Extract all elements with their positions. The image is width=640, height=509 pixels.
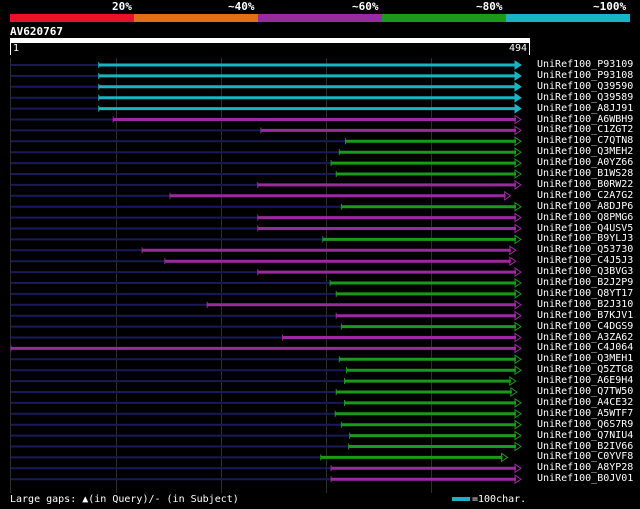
hit-label[interactable]: UniRef100_Q8YT17 [537,288,633,299]
hit-label[interactable]: UniRef100_B2J310 [537,299,633,310]
hit-label[interactable]: UniRef100_A5WTF7 [537,408,633,419]
hit-label[interactable]: UniRef100_Q39589 [537,92,633,103]
hit-label[interactable]: UniRef100_Q5ZTG8 [537,364,633,375]
hit-arrow [514,103,522,114]
gaps-legend: Large gaps: ▲(in Query)/- (in Subject) [10,494,239,505]
hit-label[interactable]: UniRef100_C4DGS9 [537,321,633,332]
hit-label[interactable]: UniRef100_A6E9H4 [537,375,633,386]
scale-legend: =100char. [452,494,526,506]
hit-label[interactable]: UniRef100_A6WBH9 [537,114,633,125]
hit-label[interactable]: UniRef100_C2A7G2 [537,190,633,201]
hit-label[interactable]: UniRef100_C1ZGT2 [537,124,633,135]
hit-label[interactable]: UniRef100_Q7NIU4 [537,430,633,441]
hit-arrow [514,60,522,70]
hit-label[interactable]: UniRef100_A8YP28 [537,462,633,473]
hit-label[interactable]: UniRef100_Q39590 [537,81,633,92]
hit-label[interactable]: UniRef100_A3ZA62 [537,332,633,343]
hit-label[interactable]: UniRef100_Q7TW50 [537,386,633,397]
hit-label[interactable]: UniRef100_Q6S7R9 [537,419,633,430]
hit-label[interactable]: UniRef100_Q3BVG3 [537,266,633,277]
hit-label[interactable]: UniRef100_C7QTN8 [537,135,633,146]
hit-label[interactable]: UniRef100_B0RW22 [537,179,633,190]
hit-label[interactable]: UniRef100_Q3MEH1 [537,353,633,364]
hit-label[interactable]: UniRef100_P93109 [537,59,633,70]
hit-label[interactable]: UniRef100_Q3MEH2 [537,146,633,157]
hit-label[interactable]: UniRef100_B2J2P9 [537,277,633,288]
hit-label[interactable]: UniRef100_A0YZ66 [537,157,633,168]
hit-label[interactable]: UniRef100_B0JV01 [537,473,633,484]
hit-label[interactable]: UniRef100_Q4USV5 [537,223,633,234]
hit-label[interactable]: UniRef100_Q8PMG6 [537,212,633,223]
hit-label[interactable]: UniRef100_C4J064 [537,342,633,353]
scale-bar [452,497,470,501]
hit-label[interactable]: UniRef100_B1WS28 [537,168,633,179]
hit-label[interactable]: UniRef100_P93108 [537,70,633,81]
hit-arrow [514,81,522,92]
hit-label[interactable]: UniRef100_C4J5J3 [537,255,633,266]
scale-label: =100char. [472,494,527,505]
hit-label[interactable]: UniRef100_A8JJ91 [537,103,633,114]
hit-label[interactable]: UniRef100_B7KJV1 [537,310,633,321]
hit-label[interactable]: UniRef100_C0YVF8 [537,451,633,462]
hit-label[interactable]: UniRef100_A8DJP6 [537,201,633,212]
hit-label[interactable]: UniRef100_B2IV66 [537,441,633,452]
hit-label[interactable]: UniRef100_A4CE32 [537,397,633,408]
hit-label[interactable]: UniRef100_B9YLJ3 [537,233,633,244]
hit-arrow [514,92,522,103]
hit-arrow [514,70,522,81]
hit-label[interactable]: UniRef100_Q53730 [537,244,633,255]
